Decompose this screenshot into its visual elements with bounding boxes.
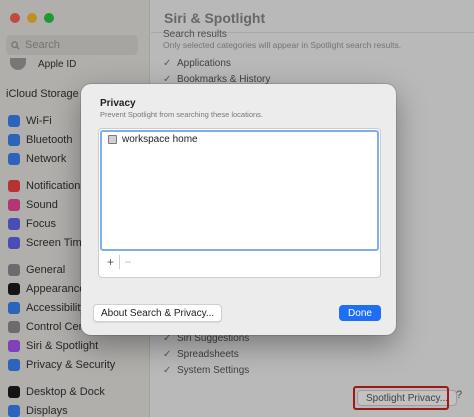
dialog-description: Prevent Spotlight from searching these l… xyxy=(100,110,264,119)
about-search-privacy-button[interactable]: About Search & Privacy... xyxy=(93,304,223,322)
excluded-locations-list[interactable]: workspace home xyxy=(100,130,379,251)
privacy-dialog: Privacy Prevent Spotlight from searching… xyxy=(81,84,396,335)
drive-icon xyxy=(108,135,117,144)
location-label: workspace home xyxy=(122,134,198,145)
add-location-button[interactable]: + xyxy=(102,255,119,269)
dialog-title: Privacy xyxy=(100,98,136,109)
done-button[interactable]: Done xyxy=(339,305,381,321)
remove-location-button[interactable]: − xyxy=(119,255,136,269)
excluded-locations-panel: workspace home + − xyxy=(98,128,381,278)
list-toolbar: + − xyxy=(102,255,136,269)
list-item[interactable]: workspace home xyxy=(102,132,377,147)
